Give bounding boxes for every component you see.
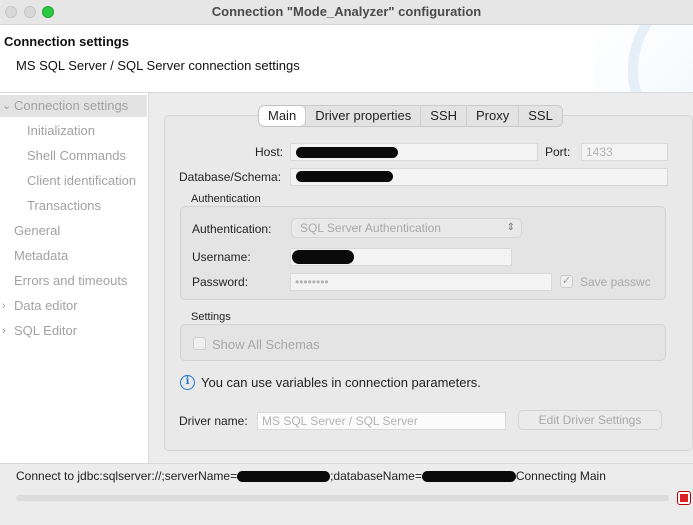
authentication-group-title: Authentication [191,193,261,205]
window-titlebar: Connection "Mode_Analyzer" configuration [0,0,693,25]
port-label: Port: [545,145,571,159]
tab-proxy[interactable]: Proxy [466,106,518,126]
variables-info-text: You can use variables in connection para… [201,375,481,390]
tab-bar: Main Driver properties SSH Proxy SSL [258,105,563,127]
connection-status-text: Connect to jdbc:sqlserver://;serverName=… [16,469,606,483]
header-decoration [593,25,693,92]
updown-arrows-icon: ⇕ [506,222,515,233]
sidebar-item-shell-commands[interactable]: Shell Commands [27,145,126,167]
username-label: Username: [192,250,251,264]
sidebar: ⌄ Connection settings Initialization She… [0,93,148,463]
sidebar-item-data-editor[interactable]: › Data editor [0,295,147,317]
driver-name-input[interactable]: MS SQL Server / SQL Server [257,412,506,430]
tab-ssh[interactable]: SSH [420,106,466,126]
driver-name-label: Driver name: [179,414,248,428]
tab-ssl[interactable]: SSL [518,106,562,126]
window-title: Connection "Mode_Analyzer" configuration [211,4,482,19]
password-label: Password: [192,275,249,289]
show-all-schemas-checkbox[interactable] [193,337,206,350]
port-input[interactable]: 1433 [581,143,668,161]
database-label: Database/Schema: [179,170,282,184]
chevron-right-icon[interactable]: › [2,320,6,342]
page-subtitle: MS SQL Server / SQL Server connection se… [16,58,300,73]
chevron-right-icon[interactable]: › [2,295,6,317]
chevron-down-icon[interactable]: ⌄ [2,95,11,117]
page-title: Connection settings [4,34,129,49]
authentication-label: Authentication: [192,222,272,236]
connection-progress-bar [16,495,669,501]
sidebar-item-connection-settings[interactable]: ⌄ Connection settings [0,95,147,117]
tab-main[interactable]: Main [259,106,306,126]
redaction-mark [296,147,398,158]
sidebar-item-metadata[interactable]: Metadata [14,245,68,267]
tab-driver-properties[interactable]: Driver properties [305,106,420,126]
edit-driver-settings-button[interactable]: Edit Driver Settings [518,410,662,430]
sidebar-item-errors-and-timeouts[interactable]: Errors and timeouts [14,270,127,292]
redaction-mark [292,250,354,264]
status-bar: Connect to jdbc:sqlserver://;serverName=… [0,463,693,525]
sidebar-item-general[interactable]: General [14,220,60,242]
redaction-mark [237,471,331,483]
sidebar-item-initialization[interactable]: Initialization [27,120,95,142]
save-password-label: Save passwc [580,275,651,289]
save-password-checkbox[interactable]: ✓ [560,275,573,288]
sidebar-divider [148,93,149,463]
host-label: Host: [255,145,284,159]
page-header: Connection settings MS SQL Server / SQL … [0,25,693,93]
sidebar-item-transactions[interactable]: Transactions [27,195,101,217]
stop-icon[interactable] [677,491,691,505]
sidebar-item-client-identification[interactable]: Client identification [27,170,136,192]
password-input[interactable]: •••••••• [290,273,552,291]
show-all-schemas-label: Show All Schemas [212,337,320,352]
info-icon: i [180,375,195,390]
authentication-select[interactable]: SQL Server Authentication ⇕ [291,218,522,238]
sidebar-item-sql-editor[interactable]: › SQL Editor [0,320,147,342]
settings-group-title: Settings [191,311,231,323]
redaction-mark [296,171,393,182]
redaction-mark [421,471,516,483]
